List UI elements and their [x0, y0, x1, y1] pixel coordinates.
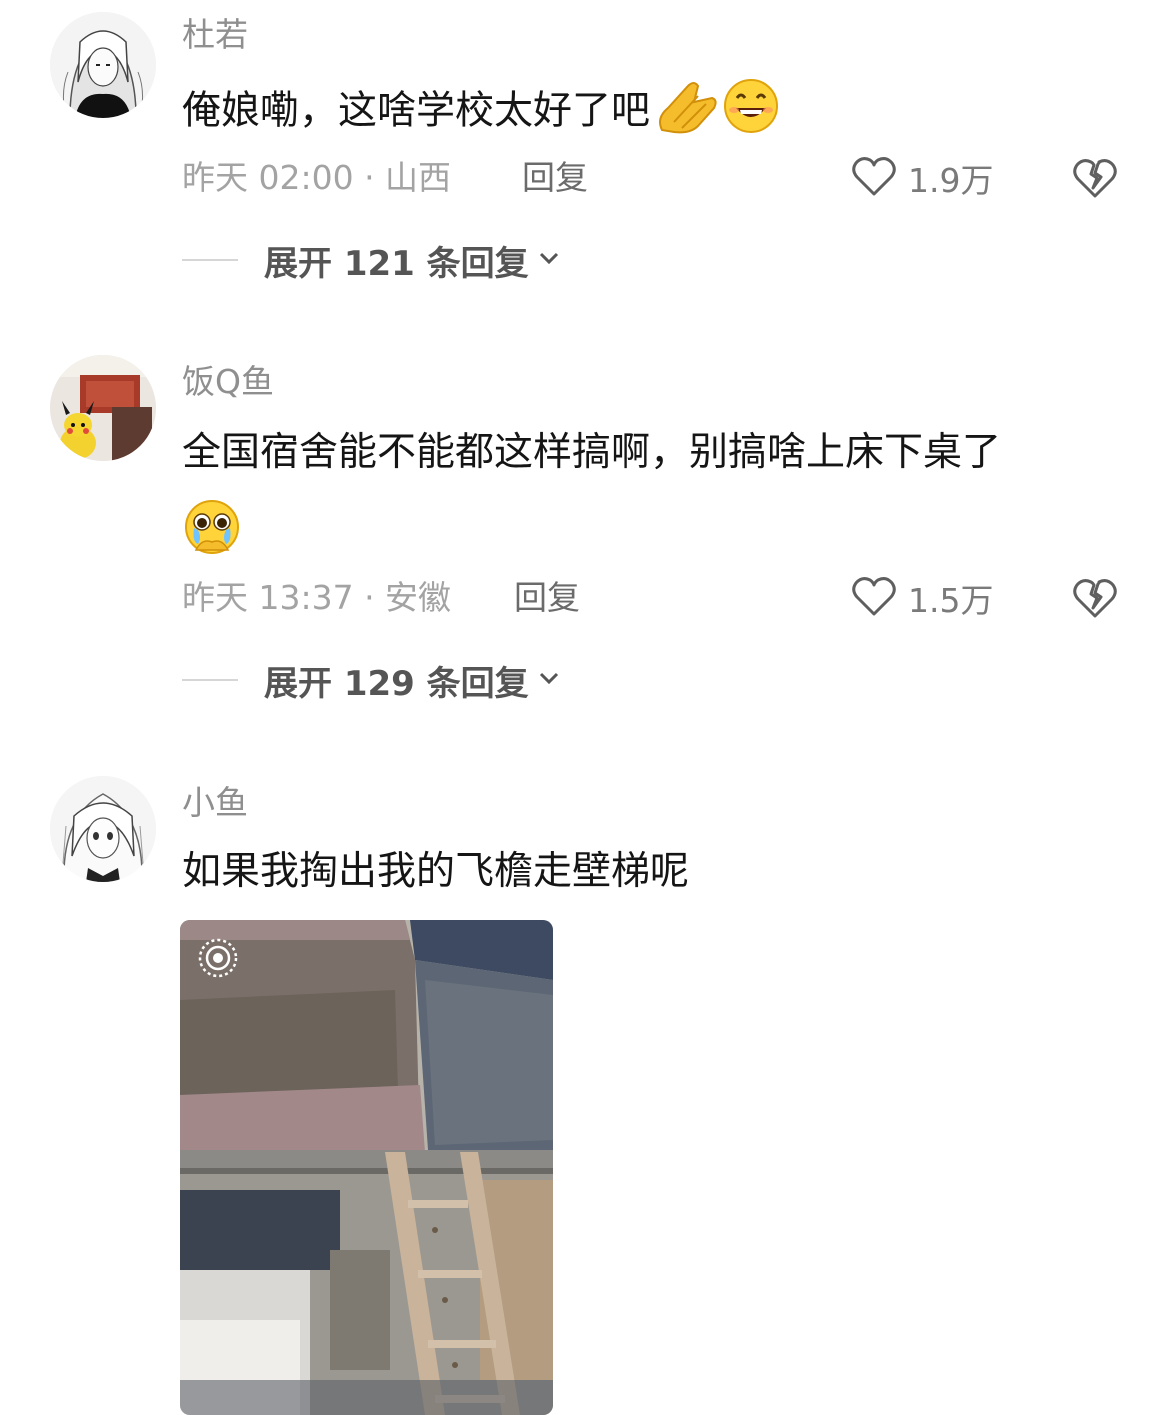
comment-text-body: 全国宿舍能不能都这样搞啊，别搞啥上床下桌了	[182, 430, 1002, 475]
comment-meta: 昨天 02:00 · 山西	[182, 158, 452, 197]
username[interactable]: 小鱼	[182, 783, 248, 823]
chevron-down-icon	[537, 250, 561, 270]
reply-button[interactable]: 回复	[522, 158, 588, 198]
chevron-down-icon	[537, 670, 561, 690]
like-button[interactable]: 1.5万	[850, 576, 993, 620]
smiling-face-emoji	[720, 78, 782, 148]
comment-1: 杜若 俺娘嘞，这啥学校太好了吧 昨天 02:00 · 山西 回复 1.9万 展开…	[0, 0, 1169, 300]
folded-hands-emoji	[654, 78, 718, 148]
avatar[interactable]	[50, 12, 156, 118]
like-button[interactable]: 1.9万	[850, 156, 993, 200]
comment-text-body: 俺娘嘞，这啥学校太好了吧	[182, 88, 651, 134]
dislike-button[interactable]	[1072, 576, 1118, 620]
pleading-face-emoji	[182, 498, 242, 570]
like-count: 1.9万	[908, 161, 994, 200]
live-photo-icon	[196, 936, 240, 980]
dislike-button[interactable]	[1072, 156, 1118, 200]
expand-replies[interactable]: 展开 121 条回复	[182, 238, 561, 284]
username[interactable]: 杜若	[182, 15, 248, 55]
broken-heart-icon	[1072, 159, 1118, 204]
comment-meta: 昨天 13:37 · 安徽	[182, 578, 452, 617]
username[interactable]: 饭Q鱼	[182, 362, 274, 402]
expand-replies-label: 展开 129 条回复	[264, 663, 529, 704]
comment-text: 俺娘嘞，这啥学校太好了吧	[182, 78, 782, 148]
comment-emoji-line	[182, 498, 242, 570]
comment-text: 如果我掏出我的飞檐走壁梯呢	[182, 846, 689, 898]
avatar[interactable]	[50, 776, 156, 882]
heart-outline-icon	[850, 574, 898, 622]
expand-replies-label: 展开 121 条回复	[264, 243, 529, 284]
comment-text: 全国宿舍能不能都这样搞啊，别搞啥上床下桌了	[182, 427, 1001, 479]
reply-button[interactable]: 回复	[514, 578, 580, 618]
comment-text-body: 如果我掏出我的飞檐走壁梯呢	[182, 849, 690, 894]
expand-replies[interactable]: 展开 129 条回复	[182, 658, 561, 704]
like-count: 1.5万	[908, 581, 994, 620]
divider	[182, 679, 238, 681]
heart-outline-icon	[850, 154, 898, 202]
avatar[interactable]	[50, 355, 156, 461]
dorm-bunk-photo[interactable]	[180, 920, 553, 1415]
broken-heart-icon	[1072, 579, 1118, 624]
divider	[182, 259, 238, 261]
